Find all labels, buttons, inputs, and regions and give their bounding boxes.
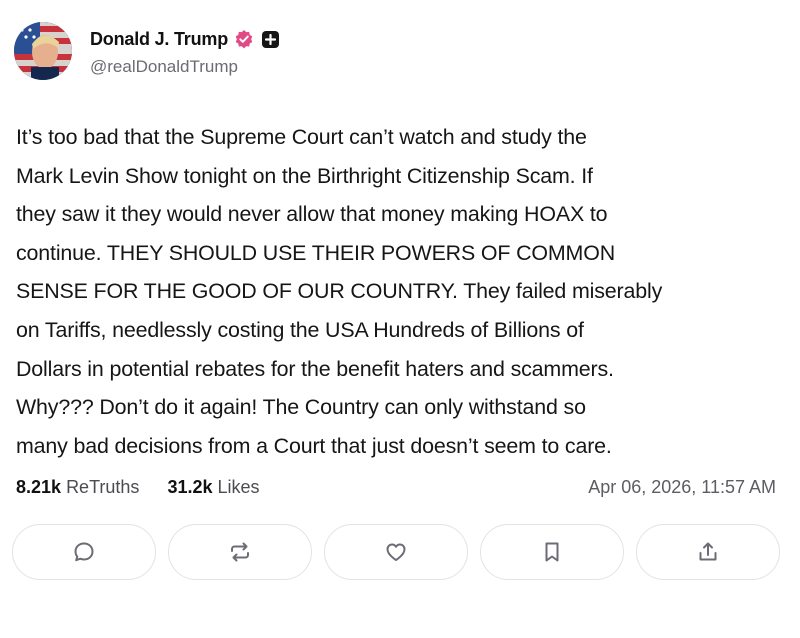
bookmark-icon bbox=[545, 542, 559, 562]
name-row: Donald J. Trump bbox=[90, 26, 280, 52]
reply-button[interactable] bbox=[12, 524, 156, 580]
likes-label: Likes bbox=[217, 477, 260, 497]
post-stats: 8.21k ReTruths 31.2k Likes Apr 06, 2026,… bbox=[16, 474, 776, 500]
share-button[interactable] bbox=[636, 524, 780, 580]
retruths-count: 8.21k bbox=[16, 477, 62, 497]
author-display-name[interactable]: Donald J. Trump bbox=[90, 29, 228, 50]
retruths-label: ReTruths bbox=[66, 477, 140, 497]
bookmark-button[interactable] bbox=[480, 524, 624, 580]
verified-badge-icon bbox=[234, 29, 254, 49]
post-body-text: It’s too bad that the Supreme Court can’… bbox=[16, 125, 663, 458]
author-names: Donald J. Trump @realDonaldTrump bbox=[90, 26, 280, 77]
plus-badge-icon bbox=[262, 30, 280, 48]
reply-icon bbox=[74, 542, 94, 562]
post-timestamp[interactable]: Apr 06, 2026, 11:57 AM bbox=[588, 474, 776, 500]
like-icon bbox=[386, 543, 406, 561]
likes-count: 31.2k bbox=[167, 477, 213, 497]
truth-post: Donald J. Trump @realDonaldTrump It’s to… bbox=[0, 0, 800, 638]
retruth-icon bbox=[231, 542, 249, 562]
likes-stat[interactable]: 31.2k Likes bbox=[162, 477, 259, 497]
action-bar bbox=[12, 524, 782, 580]
post-header: Donald J. Trump @realDonaldTrump bbox=[14, 22, 714, 82]
author-avatar[interactable] bbox=[14, 22, 72, 80]
share-icon bbox=[699, 542, 717, 561]
avatar-image bbox=[14, 22, 72, 80]
engagement-counts: 8.21k ReTruths 31.2k Likes bbox=[16, 474, 260, 500]
like-button[interactable] bbox=[324, 524, 468, 580]
retruths-stat[interactable]: 8.21k ReTruths bbox=[16, 477, 144, 497]
author-handle[interactable]: @realDonaldTrump bbox=[90, 57, 279, 77]
retruth-button[interactable] bbox=[168, 524, 312, 580]
